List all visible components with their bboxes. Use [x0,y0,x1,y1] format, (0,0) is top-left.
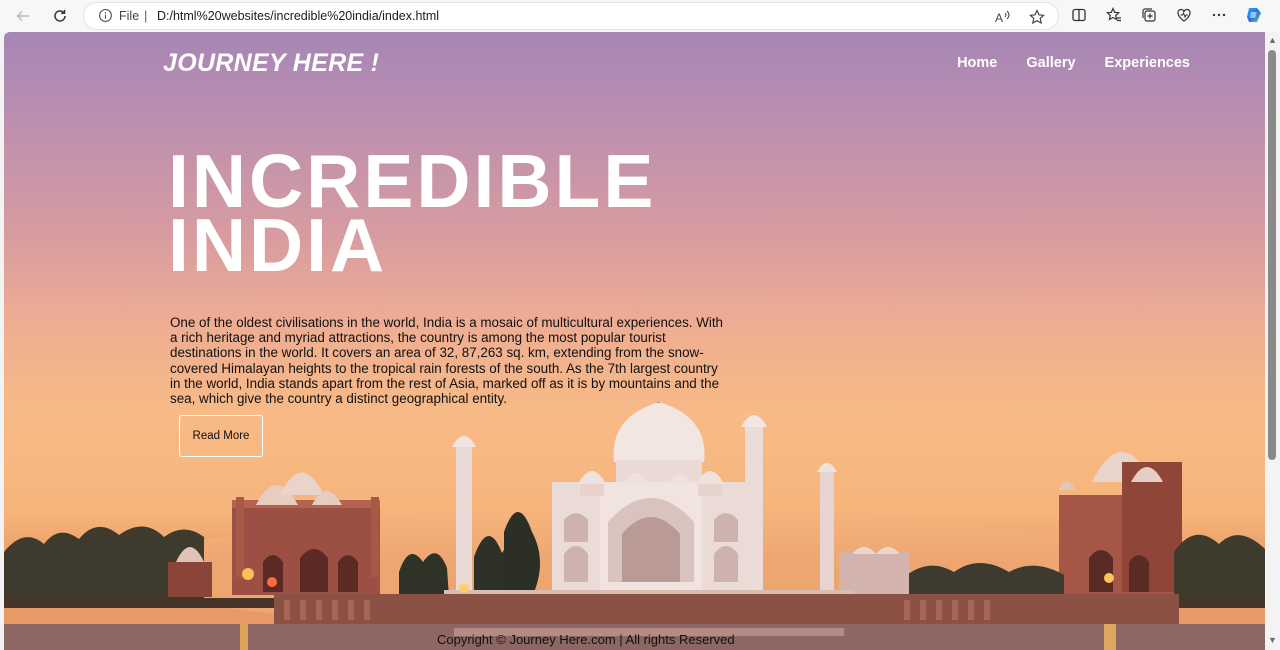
refresh-icon[interactable] [48,4,72,28]
site-logo[interactable]: JOURNEY HERE ! [163,49,379,78]
svg-text:A: A [995,11,1003,24]
browser-essentials-icon[interactable] [1173,4,1195,26]
back-arrow-icon[interactable] [11,4,35,28]
nav-experiences[interactable]: Experiences [1105,55,1190,71]
scroll-down-arrow-icon[interactable]: ▼ [1268,636,1277,645]
favorite-star-icon[interactable] [1026,6,1048,28]
url-text[interactable]: D:/html%20websites/incredible%20india/in… [157,9,439,23]
scrollbar-thumb[interactable] [1268,50,1276,460]
footer-copyright: Copyright © Journey Here.com | All right… [437,632,735,647]
split-screen-icon[interactable] [1068,4,1090,26]
info-icon[interactable] [98,8,114,24]
read-more-button[interactable]: Read More [179,415,263,457]
hero-title-line2: INDIA [168,203,388,287]
nav-gallery[interactable]: Gallery [1026,55,1075,71]
collections-icon[interactable] [1138,4,1160,26]
page-viewport: JOURNEY HERE ! Home Gallery Experiences … [4,32,1265,650]
read-aloud-icon[interactable]: A [992,6,1014,28]
hero-description: One of the oldest civilisations in the w… [170,315,723,407]
main-nav: Home Gallery Experiences [957,55,1190,71]
address-bar[interactable]: File | D:/html%20websites/incredible%20i… [84,3,1058,29]
more-icon[interactable] [1208,4,1230,26]
browser-toolbar: File | D:/html%20websites/incredible%20i… [0,0,1280,32]
copilot-icon[interactable] [1243,4,1265,26]
scroll-up-arrow-icon[interactable]: ▲ [1268,36,1277,45]
url-separator: | [144,8,148,23]
page-scrollbar[interactable]: ▲ ▼ [1265,32,1280,650]
nav-home[interactable]: Home [957,55,997,71]
hero-title: INCREDIBLE INDIA [168,144,768,283]
url-scheme-label: File [119,9,140,23]
favorites-icon[interactable] [1103,4,1125,26]
